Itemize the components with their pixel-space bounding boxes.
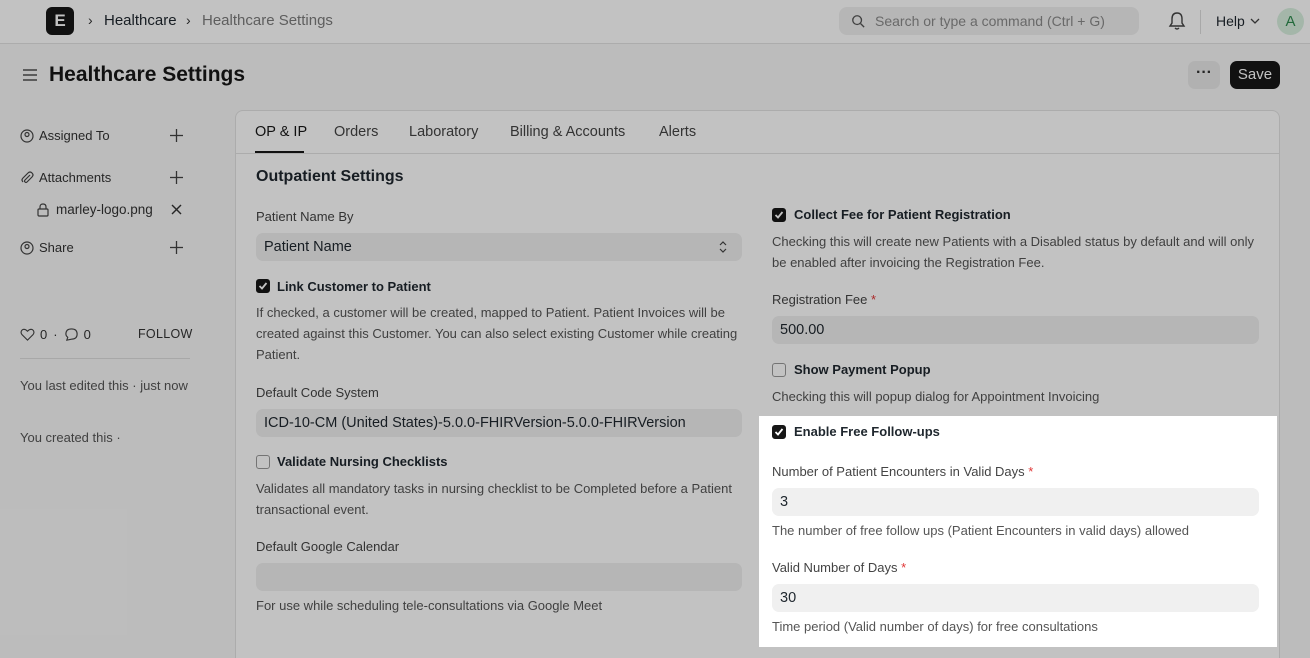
likes-comments: 0 · 0 — [20, 327, 91, 342]
link-customer-label: Link Customer to Patient — [277, 279, 431, 294]
valid-days-description: Time period (Valid number of days) for f… — [772, 619, 1098, 634]
bell-icon[interactable] — [1168, 11, 1186, 31]
default-code-system-value: ICD-10-CM (United States)-5.0.0-FHIRVers… — [264, 415, 686, 431]
valid-days-value: 30 — [780, 590, 797, 606]
encounters-input[interactable]: 3 — [772, 488, 1259, 516]
valid-days-label-text: Valid Number of Days — [772, 560, 898, 575]
encounters-description: The number of free follow ups (Patient E… — [772, 523, 1189, 538]
registration-fee-label: Registration Fee * — [772, 292, 876, 307]
free-followups-label: Enable Free Follow-ups — [794, 424, 940, 439]
tab-billing-accounts[interactable]: Billing & Accounts — [510, 124, 625, 140]
valid-days-label: Valid Number of Days * — [772, 560, 906, 575]
app-logo[interactable]: E — [46, 7, 74, 35]
registration-fee-value: 500.00 — [780, 322, 825, 338]
more-actions-button[interactable]: ··· — [1188, 61, 1220, 89]
check-icon — [774, 211, 784, 219]
navbar: E › Healthcare › Healthcare Settings Sea… — [0, 0, 1310, 44]
check-icon — [258, 282, 268, 290]
attachments-row[interactable]: Attachments — [20, 170, 111, 185]
default-code-system-input[interactable]: ICD-10-CM (United States)-5.0.0-FHIRVers… — [256, 409, 742, 437]
patient-name-by-value: Patient Name — [264, 239, 352, 255]
link-customer-description: If checked, a customer will be created, … — [256, 305, 738, 362]
assigned-to-label: Assigned To — [39, 128, 110, 143]
lock-icon — [37, 202, 49, 217]
follow-button[interactable]: FOLLOW — [138, 327, 193, 341]
share-label: Share — [39, 240, 74, 255]
validate-nursing-label: Validate Nursing Checklists — [277, 454, 448, 469]
tab-laboratory[interactable]: Laboratory — [409, 124, 478, 140]
required-mark: * — [901, 560, 907, 575]
collect-fee-label: Collect Fee for Patient Registration — [794, 207, 1011, 222]
tab-alerts[interactable]: Alerts — [659, 124, 696, 140]
share-row[interactable]: Share — [20, 240, 74, 255]
patient-name-by-select[interactable]: Patient Name — [256, 233, 742, 261]
encounters-label-text: Number of Patient Encounters in Valid Da… — [772, 464, 1025, 479]
help-menu[interactable]: Help — [1216, 13, 1245, 29]
save-button[interactable]: Save — [1230, 61, 1280, 89]
google-calendar-label: Default Google Calendar — [256, 539, 400, 554]
share-user-icon — [20, 240, 34, 255]
chevron-right-icon: › — [88, 12, 93, 28]
encounters-value: 3 — [780, 494, 789, 510]
attachment-file-name: marley-logo.png — [56, 202, 153, 217]
tab-op-ip[interactable]: OP & IP — [255, 124, 307, 140]
search-placeholder: Search or type a command (Ctrl + G) — [875, 13, 1105, 29]
dim-right — [1277, 416, 1310, 658]
search-input[interactable]: Search or type a command (Ctrl + G) — [839, 7, 1139, 35]
show-payment-description: Checking this will popup dialog for Appo… — [772, 389, 1100, 404]
add-share-icon[interactable] — [170, 241, 183, 254]
heart-icon[interactable] — [20, 327, 35, 342]
assigned-to-row[interactable]: Assigned To — [20, 128, 110, 143]
search-icon — [852, 15, 865, 28]
paperclip-icon — [21, 170, 34, 183]
check-icon — [774, 428, 784, 436]
free-followups-checkbox[interactable] — [772, 425, 786, 439]
breadcrumb-healthcare-settings[interactable]: Healthcare Settings — [202, 12, 333, 29]
google-calendar-description: For use while scheduling tele-consultati… — [256, 598, 603, 613]
required-mark: * — [1028, 464, 1034, 479]
attachment-file[interactable]: marley-logo.png — [36, 202, 153, 217]
page-title: Healthcare Settings — [49, 63, 246, 86]
valid-days-input[interactable]: 30 — [772, 584, 1259, 612]
registration-fee-input[interactable]: 500.00 — [772, 316, 1259, 344]
tabs-divider — [236, 153, 1279, 154]
last-edited-info: You last edited this · just now — [20, 378, 188, 393]
remove-attachment-icon[interactable] — [171, 204, 182, 215]
navbar-divider — [1200, 10, 1201, 34]
add-attachment-icon[interactable] — [170, 171, 183, 184]
tab-orders[interactable]: Orders — [334, 124, 378, 140]
google-calendar-input[interactable] — [256, 563, 742, 591]
user-assign-icon — [20, 128, 34, 143]
add-assignee-icon[interactable] — [170, 129, 183, 142]
avatar[interactable]: A — [1277, 8, 1304, 35]
collect-fee-checkbox[interactable] — [772, 208, 786, 222]
patient-name-by-label: Patient Name By — [256, 209, 354, 224]
separator-dot: · — [53, 327, 58, 342]
encounters-label: Number of Patient Encounters in Valid Da… — [772, 464, 1033, 479]
sidebar-divider — [20, 358, 190, 359]
created-info: You created this · — [20, 430, 121, 445]
likes-count: 0 — [40, 327, 48, 342]
required-mark: * — [871, 292, 877, 307]
show-payment-label: Show Payment Popup — [794, 362, 931, 377]
chevron-down-icon[interactable] — [1250, 16, 1260, 26]
validate-nursing-description: Validates all mandatory tasks in nursing… — [256, 481, 732, 517]
chevron-right-icon: › — [186, 12, 191, 28]
validate-nursing-checkbox[interactable] — [256, 455, 270, 469]
sidebar-toggle-icon[interactable] — [22, 67, 38, 83]
breadcrumb-healthcare[interactable]: Healthcare — [104, 12, 177, 29]
collect-fee-description: Checking this will create new Patients w… — [772, 234, 1254, 270]
comments-count: 0 — [83, 327, 91, 342]
registration-fee-label-text: Registration Fee — [772, 292, 868, 307]
attachments-label: Attachments — [39, 170, 112, 185]
section-title: Outpatient Settings — [256, 168, 404, 185]
default-code-system-label: Default Code System — [256, 385, 379, 400]
link-customer-checkbox[interactable] — [256, 279, 270, 293]
comment-icon[interactable] — [64, 327, 79, 342]
show-payment-checkbox[interactable] — [772, 363, 786, 377]
select-arrows-icon — [719, 241, 727, 253]
